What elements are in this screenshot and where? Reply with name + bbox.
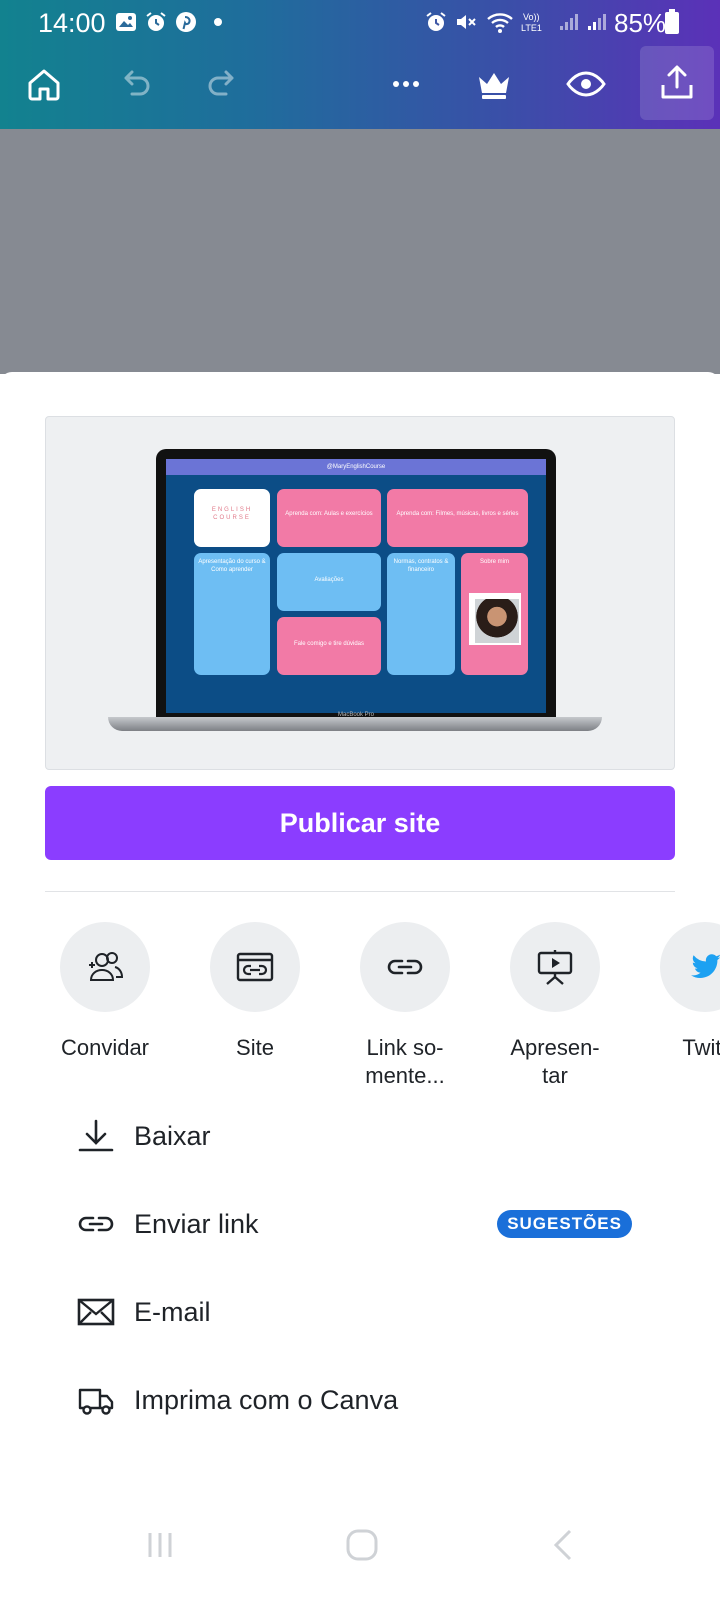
invite-people-icon [89,952,124,981]
twitter-button-circle[interactable] [660,922,720,1012]
menu-email[interactable]: E-mail [76,1282,656,1342]
invite-button-circle[interactable] [60,922,150,1012]
home-button[interactable] [6,44,82,124]
redo-button[interactable] [186,44,262,124]
share-option-site[interactable]: Site [180,922,330,1062]
preview-button[interactable] [548,44,624,124]
battery-level: 85% [614,8,667,38]
menu-label: E-mail [134,1296,211,1327]
crown-icon [479,73,509,99]
svg-text:Vo)): Vo)) [523,12,540,22]
status-bar: 14:00 Vo)) LTE1 85% [0,0,720,44]
share-option-label: Link so- mente... [365,1035,445,1088]
tile-fale: Fale comigo e tire dúvidas [277,617,381,675]
menu-label: Imprima com o Canva [134,1384,399,1415]
wifi-icon [487,13,513,33]
back-icon [553,1529,572,1561]
svg-text:LTE1: LTE1 [521,23,542,33]
email-icon [77,1298,115,1326]
share-option-label: Site [236,1035,274,1060]
tile-english-course: ENGLISH COURSE [194,489,270,547]
publish-site-button[interactable]: Publicar site [45,786,675,860]
eye-icon [566,71,606,97]
share-button[interactable] [640,46,714,120]
volte-icon: Vo))LTE1 [521,12,542,33]
share-icon [661,65,693,99]
dot-icon [214,18,222,26]
link-icon-wrap [76,1204,116,1244]
tile-sobre-mim-label: Sobre mim [479,559,509,565]
home-icon [28,69,60,101]
present-button-circle[interactable] [510,922,600,1012]
recents-button[interactable] [130,1520,190,1570]
status-time: 14:00 [38,8,106,38]
menu-send-link[interactable]: Enviar link SUGESTÕES [76,1194,656,1254]
recents-icon [148,1533,172,1557]
menu-label: Baixar [134,1120,211,1151]
home-nav-button[interactable] [332,1520,392,1570]
site-button-circle[interactable] [210,922,300,1012]
battery-icon [665,9,679,34]
pinterest-icon [176,12,196,32]
share-sheet: @MaryEnglishCourse ENGLISH COURSE Aprend… [0,372,720,1600]
screen-header: @MaryEnglishCourse [166,459,546,475]
link-icon [387,959,423,975]
share-option-link-only[interactable]: Link so- mente... [330,922,480,1090]
laptop-mockup: @MaryEnglishCourse ENGLISH COURSE Aprend… [156,449,556,719]
download-icon-wrap [76,1116,116,1156]
share-options-row[interactable]: Convidar Site Link so- mente... Apresen-… [0,922,720,1092]
back-button[interactable] [534,1520,594,1570]
present-icon [537,950,573,985]
share-option-label: Apresen- tar [510,1035,600,1088]
mute-icon [457,15,476,29]
tile-avaliacoes: Avaliações [277,553,381,611]
laptop-base [108,717,602,731]
tile-aulas: Aprenda com: Aulas e exercícios [277,489,381,547]
home-nav-icon [346,1529,378,1561]
top-bar: 14:00 Vo)) LTE1 85% [0,0,720,129]
laptop-screen: @MaryEnglishCourse ENGLISH COURSE Aprend… [166,459,546,713]
site-preview: @MaryEnglishCourse ENGLISH COURSE Aprend… [45,416,675,770]
truck-icon-wrap [76,1380,116,1420]
signal-icon [588,14,606,30]
suggestions-badge: SUGESTÕES [497,1210,632,1238]
signal-icon [560,14,578,30]
tile-apresentacao: Apresentação do curso & Como aprender [194,553,270,675]
share-option-label: Twitt [682,1035,720,1060]
divider [45,891,675,892]
menu-print-canva[interactable]: Imprima com o Canva [76,1370,656,1430]
alarm-icon [426,12,446,31]
design-canvas[interactable] [0,129,720,374]
twitter-icon [691,954,720,978]
tile-sobre-mim: Sobre mim [461,553,528,675]
undo-icon [124,70,150,96]
email-icon-wrap [76,1292,116,1332]
website-icon [236,952,274,982]
link-only-button-circle[interactable] [360,922,450,1012]
more-options-button[interactable] [368,44,444,124]
menu-download[interactable]: Baixar [76,1106,656,1166]
system-nav-bar [0,1490,720,1600]
premium-button[interactable] [456,44,532,124]
alarm-icon [146,12,166,31]
editor-toolbar [0,44,720,129]
tile-filmes: Aprenda com: Filmes, músicas, livros e s… [387,489,528,547]
profile-face [475,599,519,643]
link-icon [78,1216,114,1232]
undo-button[interactable] [96,44,172,124]
share-option-twitter[interactable]: Twitt [630,922,720,1062]
tile-normas: Normas, contratos & financeiro [387,553,455,675]
download-icon [78,1119,114,1152]
more-icon [393,81,419,87]
menu-label: Enviar link [134,1208,259,1239]
gallery-icon [116,13,136,31]
redo-icon [208,70,234,96]
share-option-present[interactable]: Apresen- tar [480,922,630,1090]
share-option-label: Convidar [60,1035,150,1060]
profile-photo [469,593,521,645]
truck-icon [78,1388,114,1415]
share-option-invite[interactable]: Convidar [30,922,180,1062]
